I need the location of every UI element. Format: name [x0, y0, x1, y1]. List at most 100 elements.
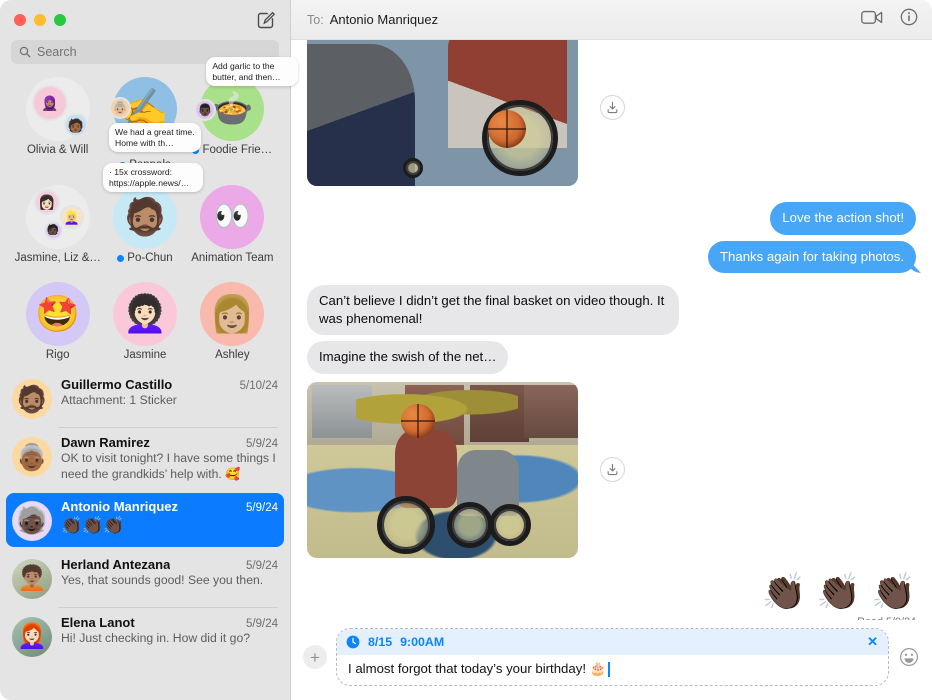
pinned-rigo[interactable]: 🤩 Rigo [14, 282, 101, 361]
avatar: 🧔🏽 [12, 379, 52, 419]
sidebar: Search 🧕🏽 🧑🏾 Olivia & Will ✍️ 👵🏼 We had … [0, 0, 299, 700]
pinned-olivia-will[interactable]: 🧕🏽 🧑🏾 Olivia & Will [14, 77, 101, 171]
avatar: 👩🏼 [200, 282, 265, 346]
remove-schedule-button[interactable]: ✕ [867, 634, 878, 650]
pinned-label: Ashley [215, 349, 250, 361]
pinned-foodie-friends[interactable]: 🍲 👨🏿 Add garlic to the butter, and then…… [189, 57, 299, 171]
pinned-name: Rigo [45, 349, 70, 361]
video-camera-icon[interactable] [861, 10, 883, 30]
conversation-header: To: Antonio Manriquez [291, 0, 932, 40]
conversation-name: Elena Lanot [61, 614, 135, 630]
pinned-po-chun[interactable]: 🧔🏽 · 15x crossword: https://apple.news/…… [101, 163, 203, 264]
message-out-1: Love the action shot! [307, 202, 916, 235]
pinned-label: Jasmine [124, 349, 167, 361]
reaction-emoji[interactable]: 👏🏿 [816, 573, 861, 610]
save-to-photos-icon[interactable] [600, 94, 625, 120]
clock-icon [346, 635, 360, 649]
conversation-row-dawn-ramirez[interactable]: 👵🏾 Dawn Ramirez 5/9/24 OK to visit tonig… [0, 427, 290, 491]
conversation-pane: To: Antonio Manriquez Love the action sh… [291, 0, 932, 700]
pinned-label: Jasmine, Liz &… [15, 252, 101, 264]
message-input-container[interactable]: 8/15 9:00AM ✕ I almost forgot that today… [336, 628, 889, 686]
avatar: 👩🏻‍🦱 [112, 282, 177, 346]
pinned-name: Po-Chun [127, 252, 173, 264]
pinned-label: Rigo [46, 349, 70, 361]
conversation-preview: Attachment: 1 Sticker [61, 393, 177, 407]
avatar: ✍️ 👵🏼 We had a great time. Home with th… [108, 77, 201, 153]
avatar: 🧓🏿 [12, 500, 52, 541]
pinned-jasmine-liz-group[interactable]: 👩🏻 👱🏼‍♀️ 🧑🏿 Jasmine, Liz &… [14, 185, 101, 264]
save-to-photos-icon[interactable] [600, 457, 625, 483]
scheduled-date: 8/15 [368, 635, 393, 649]
message-bubble[interactable]: Can’t believe I didn’t get the final bas… [307, 285, 679, 336]
conversation-date: 5/9/24 [246, 617, 278, 630]
message-in-1: Can’t believe I didn’t get the final bas… [307, 285, 916, 336]
message-input[interactable]: I almost forgot that today’s your birthd… [337, 655, 888, 685]
message-photo[interactable] [307, 40, 578, 186]
message-photo[interactable] [307, 381, 578, 558]
message-thread[interactable]: Love the action shot! Thanks again for t… [291, 40, 932, 620]
pinned-animation-team[interactable]: 👀 Animation Team [189, 185, 276, 264]
to-label: To: [307, 12, 324, 27]
avatar: 🧕🏽 🧑🏾 [25, 77, 90, 141]
close-button[interactable] [14, 14, 26, 26]
conversation-name: Antonio Manriquez [61, 498, 178, 514]
avatar: 👩🏻‍🦰 [12, 616, 52, 657]
pinned-name: Foodie Frie… [202, 144, 273, 156]
zoom-button[interactable] [54, 14, 66, 26]
avatar-jasmine: 👩🏻 [33, 189, 60, 215]
message-photo-in-1 [307, 40, 916, 186]
conversation-name: Guillermo Castillo [61, 377, 173, 392]
message-in-2: Imagine the swish of the net… [307, 341, 916, 374]
minimize-button[interactable] [34, 14, 46, 26]
scheduled-time: 9:00AM [400, 635, 445, 649]
avatar: 👩🏻 👱🏼‍♀️ 🧑🏿 [25, 185, 90, 249]
conversation-row-guillermo-castillo[interactable]: 🧔🏽 Guillermo Castillo 5/10/24 Attachment… [0, 369, 290, 427]
pinned-ashley[interactable]: 👩🏼 Ashley [189, 282, 276, 361]
search-icon [19, 46, 31, 58]
text-caret [608, 661, 610, 677]
reaction-emoji[interactable]: 👏🏿 [871, 573, 916, 610]
pinned-name: Jasmine, Liz &… [14, 252, 101, 264]
conversation-row-elena-lanot[interactable]: 👩🏻‍🦰 Elena Lanot 5/9/24 Hi! Just checkin… [0, 606, 290, 665]
avatar-will: 🧑🏾 [63, 113, 88, 137]
message-reactions: 👏🏿 👏🏿 👏🏿 [307, 573, 916, 610]
pinned-tooltip: Add garlic to the butter, and then… [206, 57, 299, 87]
avatar: 🧑🏽‍🦱 [12, 558, 52, 599]
message-input-value: I almost forgot that today’s your birthd… [348, 661, 607, 676]
message-out-2: Thanks again for taking photos. [307, 240, 916, 274]
pinned-name: Ashley [215, 349, 250, 361]
info-circle-icon[interactable] [900, 8, 918, 31]
conversation-name: Dawn Ramirez [61, 435, 150, 450]
avatar-third: 🧑🏿 [43, 221, 63, 240]
avatar: 👵🏾 [12, 437, 52, 477]
conversation-date: 5/9/24 [246, 501, 278, 514]
conversation-date: 5/9/24 [246, 438, 278, 450]
avatar: 🍲 👨🏿 Add garlic to the butter, and then… [194, 57, 299, 141]
search-placeholder: Search [37, 45, 77, 59]
pinned-jasmine[interactable]: 👩🏻‍🦱 Jasmine [101, 282, 188, 361]
conversation-preview: OK to visit tonight? I have some things … [61, 451, 276, 481]
recipient-name[interactable]: Antonio Manriquez [330, 12, 438, 27]
conversation-date: 5/10/24 [239, 380, 278, 392]
add-attachment-button[interactable]: + [303, 645, 327, 669]
traffic-lights [14, 14, 66, 26]
smiley-face-icon[interactable] [898, 646, 920, 668]
pinned-label: Olivia & Will [27, 144, 88, 156]
pinned-name: Jasmine [123, 349, 167, 361]
message-bubble[interactable]: Thanks again for taking photos. [707, 240, 916, 274]
reaction-emoji[interactable]: 👏🏿 [762, 573, 807, 610]
conversation-row-herland-antezana[interactable]: 🧑🏽‍🦱 Herland Antezana 5/9/24 Yes, that s… [0, 549, 290, 607]
conversation-row-antonio-manriquez[interactable]: 🧓🏿 Antonio Manriquez 5/9/24 👏🏿👏🏿👏🏿 [0, 491, 290, 549]
pinned-conversations: 🧕🏽 🧑🏾 Olivia & Will ✍️ 👵🏼 We had a great… [0, 57, 299, 367]
conversation-list: 🧔🏽 Guillermo Castillo 5/10/24 Attachment… [0, 367, 290, 700]
pinned-label: Animation Team [191, 252, 273, 264]
pinned-tooltip: We had a great time. Home with th… [108, 123, 201, 153]
pinned-name: Olivia & Will [26, 144, 89, 156]
pinned-label: Po-Chun [117, 252, 173, 264]
message-bubble[interactable]: Imagine the swish of the net… [307, 341, 509, 374]
pinned-name: Animation Team [191, 252, 274, 264]
pinned-penpals[interactable]: ✍️ 👵🏼 We had a great time. Home with th…… [101, 77, 201, 171]
unread-dot [117, 254, 125, 262]
message-bubble[interactable]: Love the action shot! [770, 202, 916, 235]
compose-icon[interactable] [256, 10, 276, 30]
